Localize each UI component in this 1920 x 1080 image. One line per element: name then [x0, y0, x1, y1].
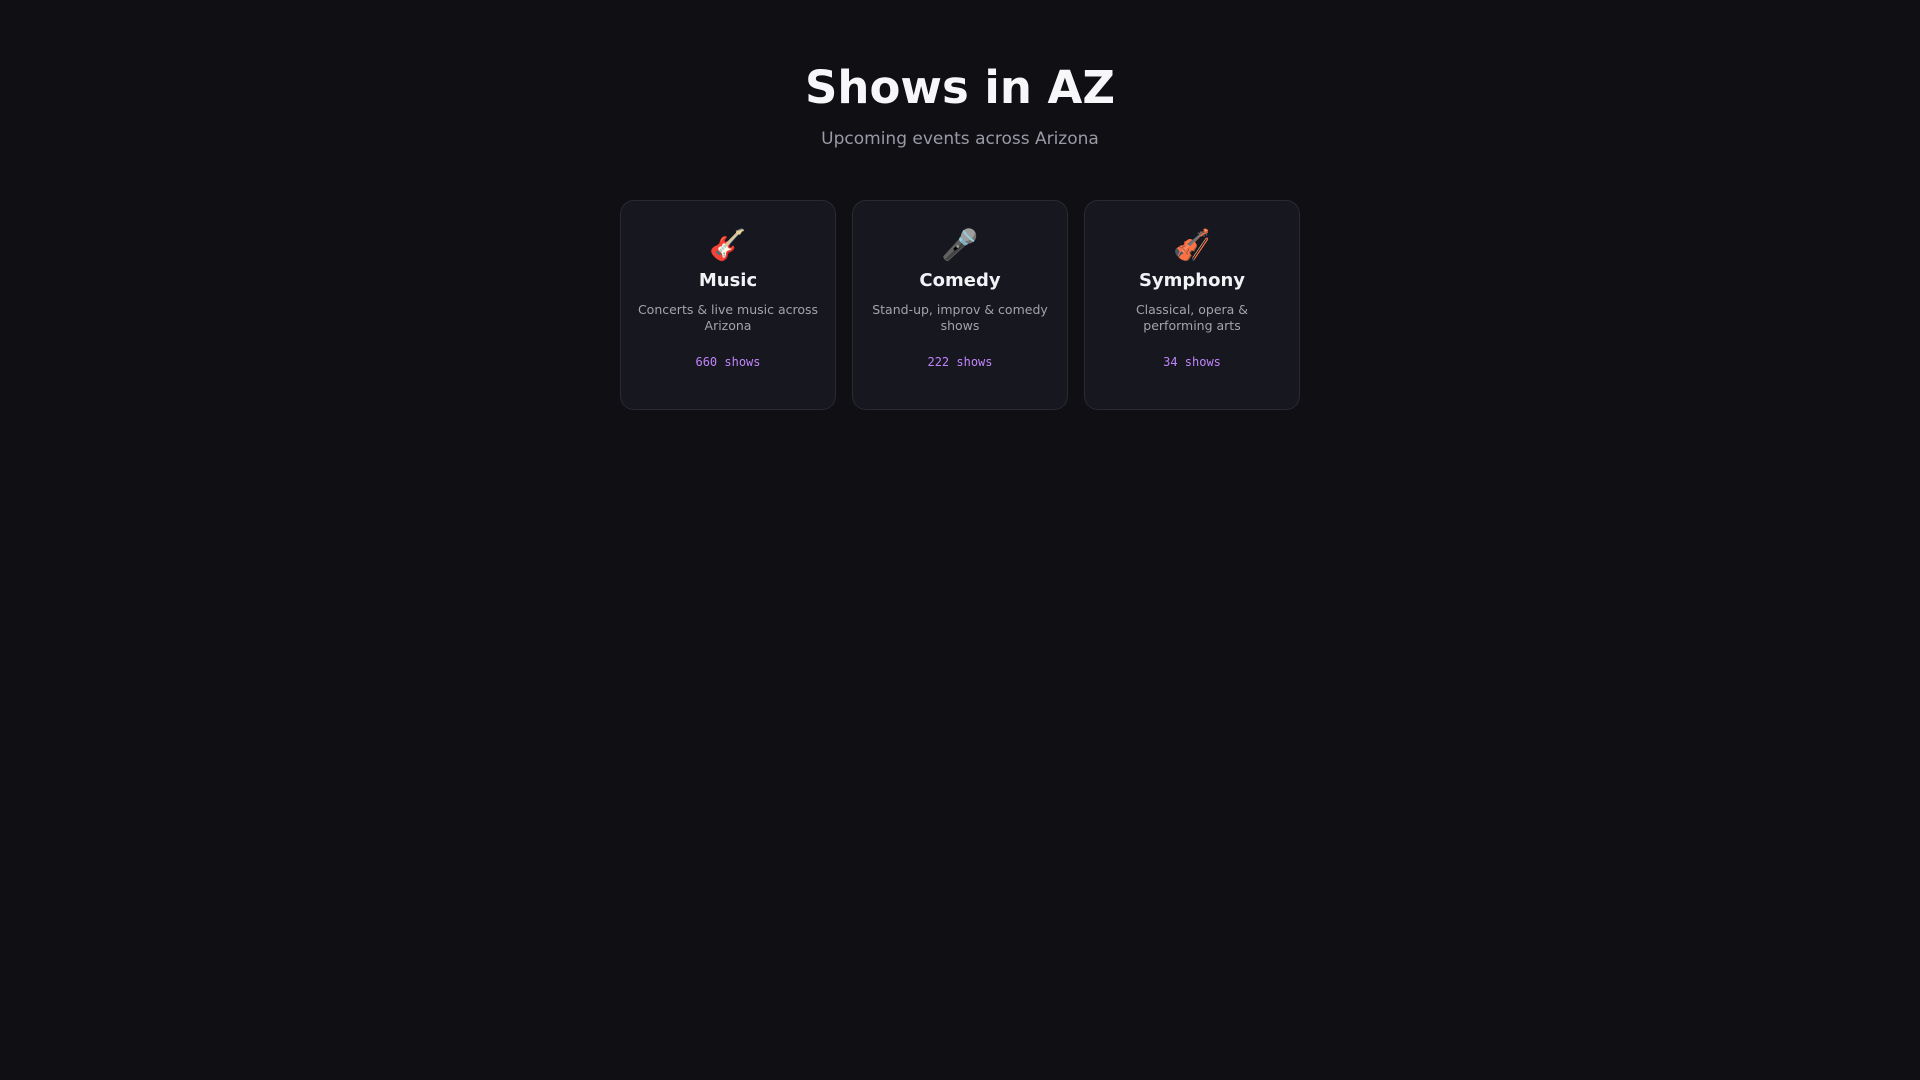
show-count: 222 shows: [927, 355, 993, 369]
card-title: Comedy: [919, 270, 1001, 291]
card-description: Concerts & live music across Arizona: [637, 302, 819, 333]
guitar-icon: 🎸: [709, 228, 747, 263]
category-card-comedy[interactable]: 🎤 Comedy Stand-up, improv & comedy shows…: [852, 200, 1068, 410]
page-title: Shows in AZ: [805, 61, 1115, 114]
microphone-icon: 🎤: [941, 228, 979, 263]
card-title: Symphony: [1138, 270, 1246, 291]
category-cards: 🎸 Music Concerts & live music across Ari…: [0, 200, 1920, 410]
card-description: Classical, opera & performing arts: [1135, 302, 1249, 333]
page-subtitle: Upcoming events across Arizona: [821, 129, 1099, 149]
card-title: Music: [698, 270, 758, 291]
category-card-music[interactable]: 🎸 Music Concerts & live music across Ari…: [620, 200, 836, 410]
show-count: 660 shows: [695, 355, 761, 369]
page: Shows in AZ Upcoming events across Arizo…: [0, 0, 1920, 1080]
violin-icon: 🎻: [1173, 228, 1211, 263]
card-description: Stand-up, improv & comedy shows: [872, 302, 1048, 333]
show-count: 34 shows: [1163, 355, 1221, 369]
page-header: Shows in AZ Upcoming events across Arizo…: [0, 0, 1920, 150]
category-card-symphony[interactable]: 🎻 Symphony Classical, opera & performing…: [1084, 200, 1300, 410]
